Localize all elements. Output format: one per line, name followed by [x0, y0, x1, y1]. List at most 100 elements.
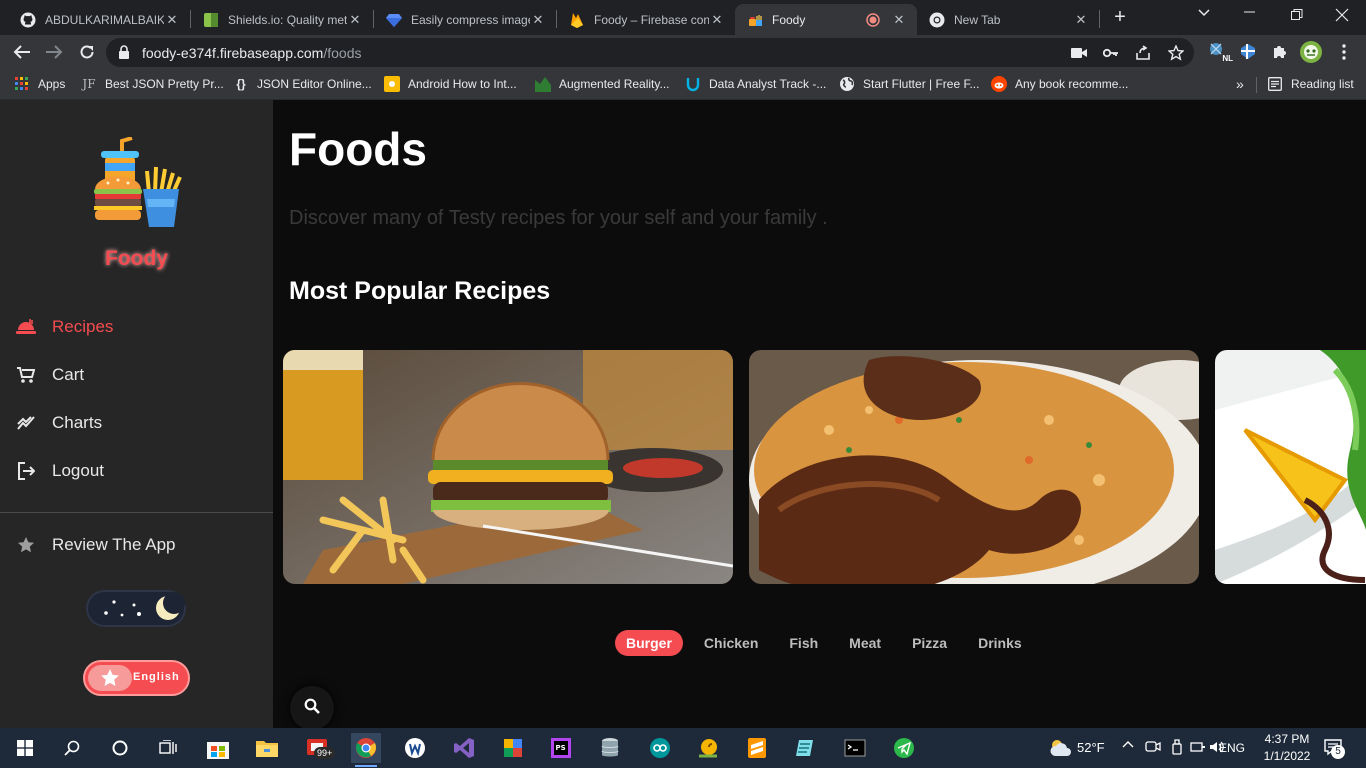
- usb-icon[interactable]: [1170, 739, 1184, 758]
- network-icon[interactable]: [1190, 740, 1206, 757]
- chrome-icon: [929, 12, 945, 28]
- mail-icon[interactable]: 99+: [302, 733, 336, 763]
- bookmark-reddit[interactable]: Any book recomme...: [991, 75, 1128, 93]
- category-meat[interactable]: Meat: [849, 631, 881, 655]
- terminal-icon[interactable]: [840, 733, 870, 763]
- show-hidden-icons-chevron-icon[interactable]: [1121, 737, 1135, 754]
- profile-avatar[interactable]: [1300, 41, 1322, 63]
- tab-shields[interactable]: Shields.io: Quality met ✕: [191, 4, 373, 35]
- reload-button[interactable]: [76, 41, 98, 63]
- bookmark-flutter[interactable]: Start Flutter | Free F...: [839, 75, 979, 93]
- sidebar-item-charts[interactable]: Charts: [16, 410, 102, 436]
- bookmark-label: Data Analyst Track -...: [709, 77, 827, 91]
- visual-studio-icon[interactable]: [449, 733, 479, 763]
- category-tabs: Burger Chicken Fish Meat Pizza Drinks: [615, 630, 1053, 656]
- weather-icon[interactable]: [1045, 733, 1075, 763]
- lock-icon[interactable]: [118, 45, 130, 64]
- dark-mode-toggle[interactable]: [86, 590, 186, 627]
- tab-title: Foody: [772, 12, 806, 27]
- arduino-icon[interactable]: [645, 733, 675, 763]
- forward-button[interactable]: [43, 41, 65, 63]
- extension-nl-icon[interactable]: NL: [1207, 41, 1233, 63]
- tab-compress[interactable]: Easily compress image ✕: [374, 4, 556, 35]
- extension-badge: NL: [1222, 54, 1233, 63]
- svg-text:PS: PS: [556, 744, 566, 752]
- review-app-button[interactable]: Review The App: [16, 532, 175, 558]
- puzzle-app-icon[interactable]: [498, 733, 528, 763]
- snail-app-icon[interactable]: [693, 733, 723, 763]
- cortana-icon[interactable]: [105, 733, 135, 763]
- sidebar-item-cart[interactable]: Cart: [16, 362, 84, 388]
- camera-icon[interactable]: [1070, 44, 1088, 62]
- bookmark-star-icon[interactable]: [1167, 44, 1185, 62]
- sidebar-item-label: Cart: [52, 365, 85, 384]
- phpstorm-icon[interactable]: PS: [546, 733, 576, 763]
- finland-flag-extension-icon[interactable]: [1238, 41, 1260, 63]
- tab-firebase[interactable]: Foody – Firebase cons ✕: [557, 4, 735, 35]
- section-title: Most Popular Recipes: [289, 277, 551, 305]
- notes-app-icon[interactable]: [791, 733, 821, 763]
- search-button[interactable]: [290, 686, 334, 728]
- taskbar-search-icon[interactable]: [57, 733, 87, 763]
- tab-github[interactable]: ABDULKARIMALBAIK/ ✕: [8, 4, 190, 35]
- new-tab-button[interactable]: +: [1110, 6, 1130, 28]
- tab-search-icon[interactable]: [1198, 5, 1210, 20]
- close-icon[interactable]: ✕: [164, 12, 180, 28]
- close-icon[interactable]: ✕: [530, 12, 546, 28]
- extensions-puzzle-icon[interactable]: [1269, 41, 1291, 63]
- sidebar-divider: [0, 512, 273, 513]
- clock-time[interactable]: 4:37 PM: [1260, 732, 1314, 746]
- close-window-button[interactable]: [1335, 8, 1349, 25]
- category-fish[interactable]: Fish: [789, 631, 818, 655]
- page-subtitle: Discover many of Testy recipes for your …: [289, 207, 828, 229]
- recipe-card-fish[interactable]: [1215, 350, 1366, 584]
- microsoft-store-icon[interactable]: [203, 733, 233, 763]
- restore-button[interactable]: [1291, 9, 1303, 24]
- notifications-icon[interactable]: 5: [1323, 737, 1345, 762]
- language-toggle[interactable]: English: [83, 660, 190, 696]
- address-bar[interactable]: foody-e374f.firebaseapp.com/foods: [106, 38, 1194, 67]
- database-icon[interactable]: [595, 733, 625, 763]
- meet-now-icon[interactable]: [1145, 739, 1161, 758]
- sidebar-item-recipes[interactable]: Recipes: [16, 314, 113, 340]
- chrome-menu-icon[interactable]: [1333, 41, 1355, 63]
- close-icon[interactable]: ✕: [347, 12, 363, 28]
- windows-start-icon[interactable]: [10, 733, 40, 763]
- word-app-icon[interactable]: [400, 733, 430, 763]
- share-icon[interactable]: [1134, 44, 1152, 62]
- bookmark-data-analyst[interactable]: Data Analyst Track -...: [685, 75, 826, 93]
- chrome-taskbar-icon[interactable]: [351, 733, 381, 767]
- category-drinks[interactable]: Drinks: [978, 631, 1022, 655]
- task-view-icon[interactable]: [153, 733, 183, 763]
- weather-temperature[interactable]: 52°F: [1077, 740, 1105, 755]
- telegram-icon[interactable]: [889, 733, 919, 763]
- bookmark-android[interactable]: Android How to Int...: [384, 75, 517, 93]
- recipe-card-burger[interactable]: [283, 350, 733, 584]
- bookmark-json-editor[interactable]: {} JSON Editor Online...: [233, 75, 371, 93]
- search-icon: [304, 698, 320, 719]
- category-chicken[interactable]: Chicken: [704, 631, 758, 655]
- recipe-card-chicken[interactable]: [749, 350, 1199, 584]
- more-bookmarks-button[interactable]: »: [1236, 75, 1244, 93]
- sublime-text-icon[interactable]: [742, 733, 772, 763]
- reading-list-button[interactable]: Reading list: [1267, 75, 1354, 93]
- bookmark-json-pretty[interactable]: JF Best JSON Pretty Pr...: [81, 75, 223, 93]
- minimize-button[interactable]: [1244, 2, 1256, 25]
- tab-foody[interactable]: Foody ✕: [735, 4, 917, 35]
- file-explorer-icon[interactable]: [252, 733, 282, 763]
- bookmark-ar[interactable]: Augmented Reality...: [535, 75, 670, 93]
- sidebar-item-logout[interactable]: Logout: [16, 458, 104, 484]
- input-language[interactable]: ENG: [1219, 741, 1245, 755]
- close-icon[interactable]: ✕: [1073, 12, 1089, 28]
- url-text[interactable]: foody-e374f.firebaseapp.com/foods: [142, 45, 361, 61]
- clock-date[interactable]: 1/1/2022: [1260, 749, 1314, 763]
- key-icon[interactable]: [1102, 44, 1120, 62]
- category-pizza[interactable]: Pizza: [912, 631, 947, 655]
- close-icon[interactable]: ✕: [891, 12, 907, 28]
- back-button[interactable]: [11, 41, 33, 63]
- category-burger[interactable]: Burger: [615, 630, 683, 656]
- jf-icon: JF: [82, 77, 96, 91]
- close-icon[interactable]: ✕: [709, 12, 725, 28]
- tab-new-tab[interactable]: New Tab ✕: [917, 4, 1099, 35]
- bookmark-apps[interactable]: Apps: [14, 75, 65, 93]
